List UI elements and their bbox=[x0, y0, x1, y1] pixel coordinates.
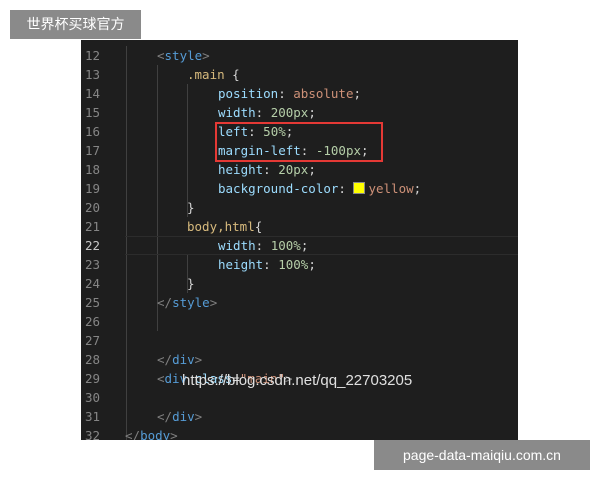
code-token: position bbox=[218, 86, 279, 101]
code-token: style bbox=[164, 48, 203, 63]
line-number: 15 bbox=[84, 105, 100, 120]
code-token: > bbox=[194, 352, 203, 367]
line-number: 20 bbox=[84, 200, 100, 215]
current-line-highlight bbox=[125, 236, 518, 255]
code-token: </ bbox=[157, 409, 173, 424]
site-badge: 世界杯买球官方 bbox=[10, 10, 141, 39]
code-line[interactable]: </style> bbox=[157, 293, 217, 312]
code-token: 20px bbox=[278, 162, 309, 177]
code-token: 100% bbox=[278, 257, 309, 272]
code-token: > bbox=[202, 48, 210, 63]
highlight-box bbox=[215, 122, 383, 162]
code-token: ; bbox=[353, 86, 362, 101]
code-line[interactable]: </div> bbox=[157, 350, 202, 369]
color-swatch-icon[interactable] bbox=[353, 182, 366, 194]
code-token: </ bbox=[157, 295, 173, 310]
line-number: 31 bbox=[84, 409, 100, 424]
line-number: 21 bbox=[84, 219, 100, 234]
code-token: ; bbox=[308, 162, 316, 177]
code-token: absolute bbox=[293, 86, 354, 101]
code-token: height bbox=[218, 257, 264, 272]
line-number: 25 bbox=[84, 295, 100, 310]
line-number: 23 bbox=[84, 257, 100, 272]
code-line[interactable]: } bbox=[187, 198, 195, 217]
code-token: > bbox=[170, 428, 178, 440]
code-token: ; bbox=[308, 257, 316, 272]
code-token: { bbox=[254, 219, 263, 234]
code-token: body,html bbox=[187, 219, 255, 234]
code-token: < bbox=[157, 48, 165, 63]
line-number: 28 bbox=[84, 352, 100, 367]
code-token: < bbox=[157, 371, 165, 386]
code-token: style bbox=[172, 295, 210, 310]
code-line[interactable]: width: 100%; bbox=[218, 236, 308, 255]
code-line[interactable]: </div> bbox=[157, 407, 202, 426]
code-token: > bbox=[194, 409, 203, 424]
code-line[interactable]: background-color: yellow; bbox=[218, 179, 421, 198]
code-line[interactable]: </body> bbox=[125, 426, 178, 440]
line-number: 24 bbox=[84, 276, 100, 291]
code-token: ; bbox=[413, 181, 422, 196]
line-number: 14 bbox=[84, 86, 100, 101]
line-number-gutter: 12 13 14 15 16 17 18 19 20 21 22 23 24 25 26 27 28 29 30 31… bbox=[81, 40, 125, 440]
code-line[interactable]: <style> bbox=[157, 46, 210, 65]
code-line[interactable]: width: 200px; bbox=[218, 103, 316, 122]
code-token: { bbox=[224, 67, 240, 82]
code-token: : bbox=[263, 257, 279, 272]
code-token: </ bbox=[157, 352, 173, 367]
code-token: } bbox=[187, 276, 195, 291]
code-token: } bbox=[187, 200, 195, 215]
code-token: ; bbox=[300, 238, 309, 253]
line-number: 19 bbox=[84, 181, 100, 196]
code-line[interactable]: .main { bbox=[187, 65, 240, 84]
code-token: > bbox=[209, 295, 218, 310]
code-token: 200px bbox=[270, 105, 309, 120]
line-number: 29 bbox=[84, 371, 100, 386]
code-token: div bbox=[172, 352, 195, 367]
line-number: 30 bbox=[84, 390, 100, 405]
code-token: body bbox=[140, 428, 171, 440]
code-token: .main bbox=[187, 67, 225, 82]
code-line[interactable]: body,html{ bbox=[187, 217, 262, 236]
code-line[interactable]: height: 20px; bbox=[218, 160, 316, 179]
code-line[interactable]: } bbox=[187, 274, 195, 293]
line-number: 22 bbox=[84, 238, 100, 253]
code-token: 100% bbox=[270, 238, 301, 253]
code-line[interactable]: height: 100%; bbox=[218, 255, 316, 274]
indent-guide bbox=[157, 65, 158, 331]
code-token: ; bbox=[308, 105, 316, 120]
code-token: width bbox=[218, 105, 256, 120]
line-number: 27 bbox=[84, 333, 100, 348]
source-watermark: https://blog.csdn.net/qq_22703205 bbox=[182, 372, 413, 389]
code-token: background-color bbox=[218, 181, 339, 196]
line-number: 26 bbox=[84, 314, 100, 329]
code-token: height bbox=[218, 162, 264, 177]
code-token: </ bbox=[125, 428, 141, 440]
line-number: 32 bbox=[84, 428, 100, 440]
line-number: 12 bbox=[84, 48, 100, 63]
line-number: 18 bbox=[84, 162, 100, 177]
code-token: : bbox=[278, 86, 294, 101]
code-token: : bbox=[255, 238, 271, 253]
code-token: yellow bbox=[368, 181, 414, 196]
code-line[interactable]: position: absolute; bbox=[218, 84, 361, 103]
line-number: 16 bbox=[84, 124, 100, 139]
code-token: width bbox=[218, 238, 256, 253]
code-token: : bbox=[338, 181, 354, 196]
code-token: : bbox=[255, 105, 271, 120]
code-token: : bbox=[263, 162, 279, 177]
code-token: div bbox=[172, 409, 195, 424]
line-number: 13 bbox=[84, 67, 100, 82]
line-number: 17 bbox=[84, 143, 100, 158]
domain-badge: page-data-maiqiu.com.cn bbox=[374, 440, 590, 470]
